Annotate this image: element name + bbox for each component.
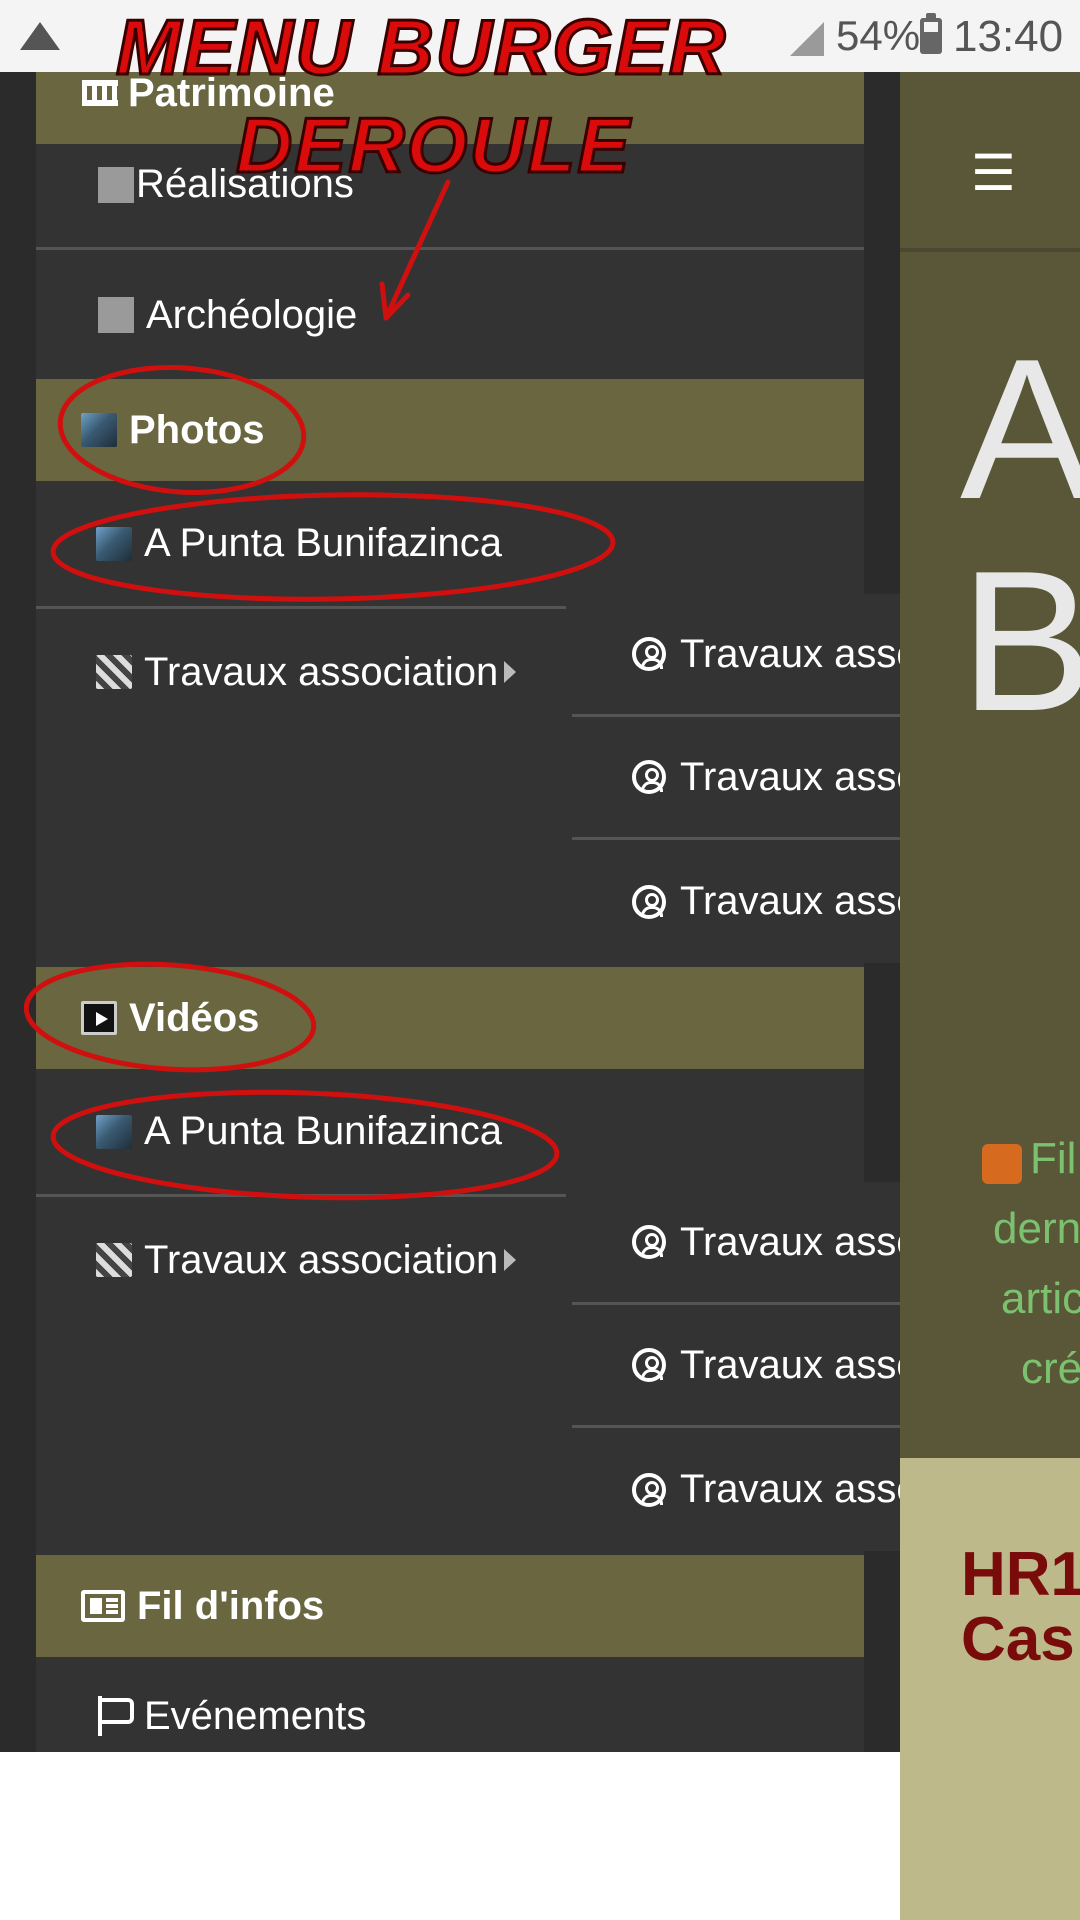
photo-thumbnail-icon <box>96 526 132 561</box>
clock: 13:40 <box>953 12 1064 61</box>
hamburger-menu-icon[interactable]: ☰ <box>971 144 1016 202</box>
menu-item-photos-travaux[interactable]: Travaux association <box>36 612 566 732</box>
rss-feed-text[interactable]: cré <box>1021 1344 1080 1394</box>
menu-item-photos-punta-bunifazinca[interactable]: A Punta Bunifazinca <box>36 481 566 609</box>
menu-item-videos-punta-bunifazinca[interactable]: A Punta Bunifazinca <box>36 1069 566 1197</box>
menu-section-videos[interactable]: Vidéos <box>36 967 864 1069</box>
newspaper-icon <box>81 1590 125 1622</box>
article-card <box>900 1458 1080 1920</box>
menu-item-label: A Punta Bunifazinca <box>144 1109 503 1153</box>
photos-icon <box>81 413 117 447</box>
chevron-right-icon <box>504 661 517 683</box>
museum-icon <box>82 80 118 106</box>
blank-area <box>0 1752 900 1920</box>
section-label: Fil d'infos <box>137 1583 325 1628</box>
menu-item-archeologie[interactable]: Archéologie <box>36 253 864 377</box>
user-circle-icon <box>632 884 666 919</box>
user-circle-icon <box>632 760 666 794</box>
user-circle-icon <box>632 1472 666 1507</box>
user-circle-icon <box>632 1225 666 1259</box>
navigation-triangle-icon <box>20 22 60 50</box>
battery-icon <box>920 13 942 54</box>
square-icon <box>98 297 134 333</box>
menu-item-label: A Punta Bunifazinca <box>144 521 503 565</box>
menu-item-videos-travaux[interactable]: Travaux association <box>36 1200 566 1320</box>
submenu-item-label: Travaux association <box>680 631 900 676</box>
work-thumbnail-icon <box>96 655 132 689</box>
menu-item-label: Archéologie <box>146 292 358 337</box>
submenu-item[interactable]: Travaux association <box>572 594 900 717</box>
annotation-title: MENU BURGER <box>114 2 728 93</box>
submenu-item[interactable]: Travaux association <box>572 1305 900 1428</box>
menu-item-label: Travaux association <box>144 1237 499 1282</box>
background-page: ☰ A B Fil dern artic cré HR1 Cas <box>900 72 1080 1920</box>
flag-icon <box>96 1696 134 1736</box>
section-label: Photos <box>129 407 265 452</box>
rss-feed-text[interactable]: dern <box>993 1204 1080 1254</box>
annotation-subtitle: DEROULE <box>234 100 632 191</box>
hero-letter: A <box>960 318 1080 541</box>
video-icon <box>81 1001 117 1035</box>
user-circle-icon <box>632 1348 666 1382</box>
rss-feed-text[interactable]: Fil <box>1030 1134 1076 1184</box>
section-label: Vidéos <box>129 995 260 1040</box>
work-thumbnail-icon <box>96 1243 132 1277</box>
submenu-item[interactable]: Travaux association <box>572 717 900 840</box>
chevron-right-icon <box>504 1249 517 1271</box>
menu-item-label: Evénements <box>144 1693 367 1738</box>
signal-icon <box>790 22 824 56</box>
menu-section-fil-infos[interactable]: Fil d'infos <box>36 1555 864 1657</box>
submenu-item-label: Travaux association <box>680 754 900 799</box>
battery-percent: 54% <box>836 12 921 59</box>
burger-menu-drawer: Patrimoine Réalisations Archéologie Phot… <box>0 72 900 1752</box>
submenu-item-label: Travaux association <box>680 1219 900 1264</box>
submenu-item-label: Travaux association <box>680 1467 900 1511</box>
rss-icon[interactable] <box>982 1144 1022 1184</box>
submenu-item[interactable]: Travaux association <box>572 840 900 963</box>
submenu-item-label: Travaux association <box>680 1342 900 1387</box>
menu-item-label: Travaux association <box>144 649 499 694</box>
submenu-item-label: Travaux association <box>680 879 900 923</box>
user-circle-icon <box>632 637 666 671</box>
square-icon <box>98 166 134 203</box>
video-thumbnail-icon <box>96 1114 132 1149</box>
article-headline[interactable]: HR1 Cas <box>961 1542 1080 1672</box>
menu-item-evenements[interactable]: Evénements <box>36 1657 566 1752</box>
submenu-item[interactable]: Travaux association <box>572 1182 900 1305</box>
header-divider <box>900 248 1080 252</box>
hero-letter: B <box>960 530 1080 753</box>
submenu-item[interactable]: Travaux association <box>572 1428 900 1551</box>
menu-section-photos[interactable]: Photos <box>36 379 864 481</box>
rss-feed-text[interactable]: artic <box>1001 1274 1080 1324</box>
